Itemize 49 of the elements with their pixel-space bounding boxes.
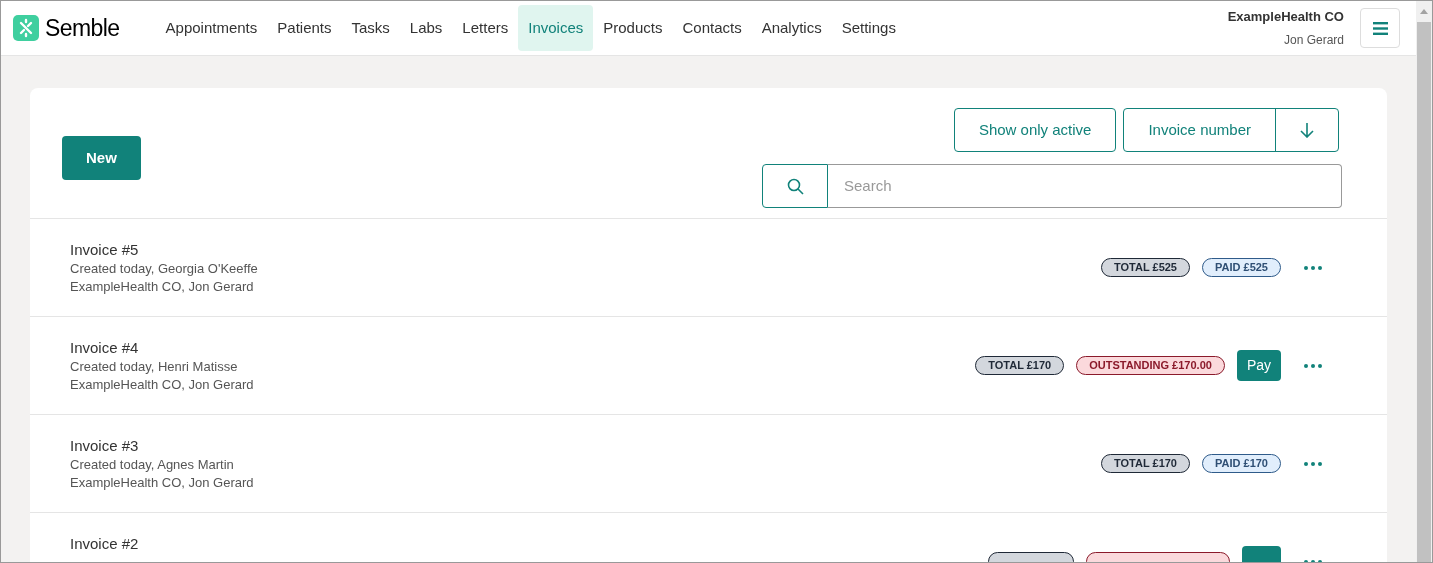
scrollbar-thumb[interactable]	[1417, 22, 1431, 562]
nav-tab[interactable]: Patients	[267, 5, 342, 51]
nav-tab[interactable]: Contacts	[672, 5, 752, 51]
nav-tab[interactable]: Invoices	[518, 5, 594, 51]
amount-badge: OUTSTANDING £170.00	[1076, 356, 1225, 375]
invoice-row[interactable]: Invoice #3 Created today, Agnes Martin ExampleHealth CO, Jon Gerard TOTAL £170 PAID £170	[30, 415, 1387, 513]
filter-button[interactable]: Show only active	[953, 108, 1117, 152]
invoice-row[interactable]: Invoice #2	[30, 513, 1387, 562]
invoice-account: ExampleHealth CO, Jon Gerard	[70, 375, 254, 394]
invoice-created: Created today, Henri Matisse	[70, 357, 239, 376]
nav-tab[interactable]: Settings	[831, 5, 906, 51]
search-field[interactable]: Search	[828, 164, 1342, 208]
more-icon	[1304, 559, 1322, 562]
more-icon	[1304, 461, 1322, 466]
scroll-up-icon	[1420, 9, 1428, 14]
invoice-account: ExampleHealth CO, Jon Gerard	[70, 277, 255, 296]
organisation-name: ExampleHealth CO	[1227, 8, 1344, 27]
invoice-title[interactable]: Invoice #3	[70, 435, 254, 456]
brand-name: Semble	[45, 13, 120, 43]
amount-badge: TOTAL £170	[975, 356, 1065, 375]
nav-tab[interactable]: Tasks	[341, 5, 400, 51]
more-icon	[1304, 265, 1322, 270]
menu-button[interactable]	[1360, 8, 1400, 48]
nav-tab[interactable]: Analytics	[751, 5, 832, 51]
amount-badge: TOTAL £525	[1101, 258, 1190, 277]
nav-tab[interactable]: Labs	[399, 5, 453, 51]
invoice-account: ExampleHealth CO, Jon Gerard	[70, 473, 254, 492]
amount-badge: PAID £170	[1202, 454, 1281, 473]
invoice-row[interactable]: Invoice #5 Created today, Georgia O'Keeffe ExampleHealth CO, Jon Gerard TOTAL £525 PAID £525	[30, 219, 1387, 317]
invoice-title[interactable]: Invoice #2	[70, 533, 139, 554]
invoice-created: Created today, Georgia O'Keeffe	[70, 259, 258, 278]
nav-tab[interactable]: Letters	[452, 5, 519, 51]
nav-tab[interactable]: Appointments	[155, 5, 268, 51]
menu-icon	[1372, 21, 1388, 35]
pay-button[interactable]: Pay	[1236, 350, 1281, 381]
search-icon	[786, 177, 804, 195]
nav-tab[interactable]: Products	[593, 5, 673, 51]
arrow-down-icon	[1300, 122, 1314, 138]
logo-icon	[13, 15, 39, 41]
search-button[interactable]	[762, 164, 828, 208]
user-name: Jon Gerard	[1283, 31, 1344, 49]
invoice-row[interactable]: Invoice #4 Created today, Henri Matisse ExampleHealth CO, Jon Gerard TOTAL £170 OUTSTANDING £170.00 Pay	[30, 317, 1387, 415]
amount-badge: TOTAL £170	[1101, 454, 1190, 473]
more-icon	[1304, 363, 1322, 368]
amount-badge: PAID £525	[1202, 258, 1281, 277]
invoice-title[interactable]: Invoice #4	[70, 337, 254, 358]
invoice-created: Created today, Agnes Martin	[70, 455, 235, 474]
new-button[interactable]: New	[62, 136, 141, 180]
invoice-title[interactable]: Invoice #5	[70, 239, 258, 260]
